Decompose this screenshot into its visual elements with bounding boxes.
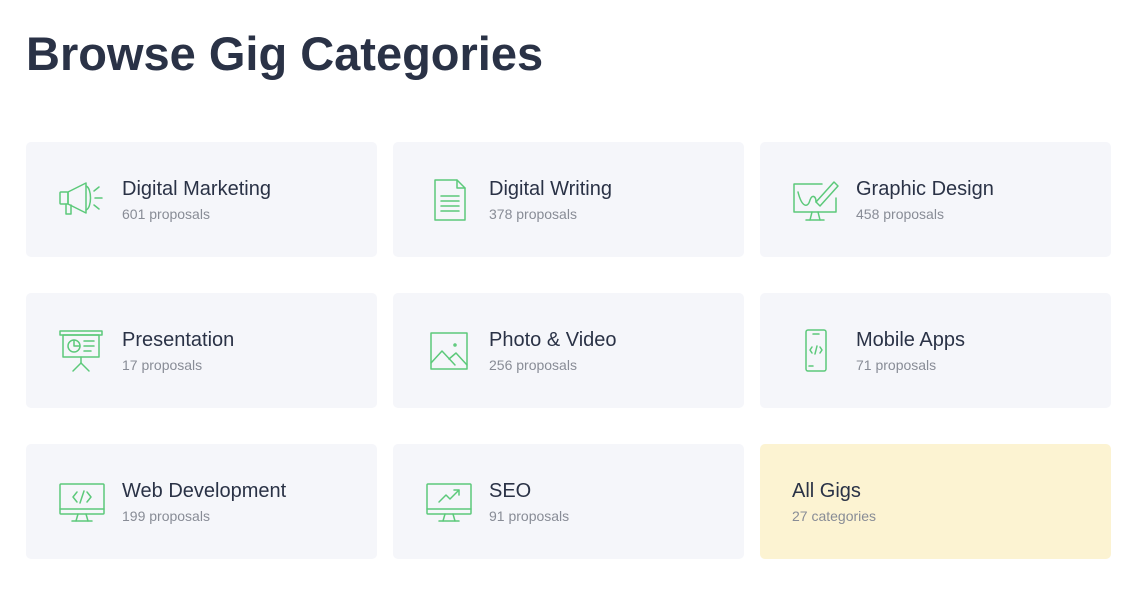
category-card-digital-writing[interactable]: Digital Writing 378 proposals — [393, 142, 744, 257]
category-title: Graphic Design — [856, 178, 994, 200]
category-count: 378 proposals — [489, 206, 577, 222]
category-card-presentation[interactable]: Presentation 17 proposals — [26, 293, 377, 408]
category-count: 91 proposals — [489, 508, 570, 524]
category-title: Web Development — [122, 480, 287, 502]
monitor-code-icon — [56, 478, 108, 526]
category-count: 256 proposals — [489, 357, 577, 373]
category-title: Presentation — [122, 329, 235, 351]
monitor-pen-icon — [790, 176, 842, 224]
all-gigs-count: 27 categories — [792, 508, 877, 524]
category-card-photo-video[interactable]: Photo & Video 256 proposals — [393, 293, 744, 408]
mobile-code-icon — [790, 327, 842, 375]
category-count: 458 proposals — [856, 206, 944, 222]
all-gigs-card[interactable]: All Gigs 27 categories — [760, 444, 1111, 559]
image-icon — [423, 327, 475, 375]
category-title: Mobile Apps — [856, 329, 965, 351]
page: Browse Gig Categories Digital Marketing … — [0, 0, 1141, 593]
presentation-board-icon — [56, 327, 108, 375]
category-count: 71 proposals — [856, 357, 937, 373]
category-card-digital-marketing[interactable]: Digital Marketing 601 proposals — [26, 142, 377, 257]
category-title: SEO — [489, 480, 532, 502]
category-card-web-development[interactable]: Web Development 199 proposals — [26, 444, 377, 559]
category-card-seo[interactable]: SEO 91 proposals — [393, 444, 744, 559]
page-title: Browse Gig Categories — [26, 27, 544, 80]
category-card-graphic-design[interactable]: Graphic Design 458 proposals — [760, 142, 1111, 257]
category-card-mobile-apps[interactable]: Mobile Apps 71 proposals — [760, 293, 1111, 408]
category-title: Digital Writing — [489, 178, 612, 200]
all-gigs-title: All Gigs — [792, 480, 861, 502]
monitor-chart-icon — [423, 478, 475, 526]
category-count: 17 proposals — [122, 357, 203, 373]
category-count: 601 proposals — [122, 206, 210, 222]
document-icon — [423, 176, 475, 224]
megaphone-icon — [56, 176, 108, 224]
category-title: Digital Marketing — [122, 178, 271, 200]
category-title: Photo & Video — [489, 329, 617, 351]
category-grid: Digital Marketing 601 proposals Digital … — [26, 142, 1111, 559]
category-count: 199 proposals — [122, 508, 210, 524]
